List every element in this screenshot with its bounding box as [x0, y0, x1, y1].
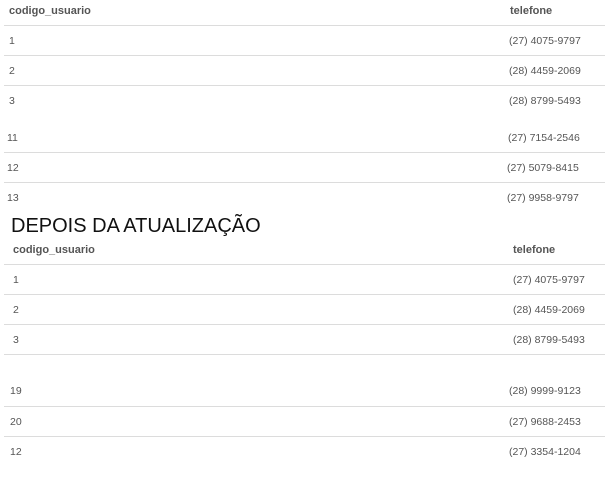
table-header: codigo_usuario telefone	[4, 235, 605, 265]
table-row: 12 (27) 3354-1204	[4, 436, 605, 467]
table-row-spacer	[4, 354, 605, 377]
table-row: 1 (27) 4075-9797	[4, 264, 605, 295]
header-codigo-usuario: codigo_usuario	[9, 5, 91, 17]
cell-codigo-usuario: 2	[13, 304, 19, 316]
cell-codigo-usuario: 12	[10, 446, 22, 458]
table-row: 20 (27) 9688-2453	[4, 406, 605, 437]
cell-codigo-usuario: 1	[13, 274, 19, 286]
cell-telefone: (28) 9999-9123	[509, 385, 581, 397]
cell-codigo-usuario: 3	[9, 95, 15, 107]
cell-codigo-usuario: 12	[7, 162, 19, 174]
cell-telefone: (28) 8799-5493	[509, 95, 581, 107]
header-telefone: telefone	[513, 244, 556, 256]
cell-codigo-usuario: 13	[7, 192, 19, 204]
header-codigo-usuario: codigo_usuario	[13, 244, 95, 256]
table-row: 13 (27) 9958-9797	[4, 182, 605, 213]
header-telefone: telefone	[510, 5, 553, 17]
table-row: 19 (28) 9999-9123	[4, 376, 605, 406]
cell-telefone: (28) 4459-2069	[509, 65, 581, 77]
table-row: 1 (27) 4075-9797	[4, 25, 605, 56]
cell-telefone: (27) 9958-9797	[507, 192, 579, 204]
table-row: 2 (28) 4459-2069	[4, 294, 605, 325]
cell-telefone: (27) 9688-2453	[509, 416, 581, 428]
cell-telefone: (28) 8799-5493	[513, 334, 585, 346]
cell-codigo-usuario: 19	[10, 385, 22, 397]
table-row: 11 (27) 7154-2546	[4, 123, 605, 153]
cell-codigo-usuario: 20	[10, 416, 22, 428]
cell-telefone: (27) 4075-9797	[513, 274, 585, 286]
table-row: 3 (28) 8799-5493	[4, 85, 605, 116]
table-row: 3 (28) 8799-5493	[4, 324, 605, 355]
cell-codigo-usuario: 3	[13, 334, 19, 346]
table-row: 12 (27) 5079-8415	[4, 152, 605, 183]
table-row: 2 (28) 4459-2069	[4, 55, 605, 86]
cell-codigo-usuario: 2	[9, 65, 15, 77]
cell-telefone: (27) 7154-2546	[508, 132, 580, 144]
cell-telefone: (27) 5079-8415	[507, 162, 579, 174]
cell-telefone: (28) 4459-2069	[513, 304, 585, 316]
cell-codigo-usuario: 11	[7, 132, 18, 144]
cell-telefone: (27) 4075-9797	[509, 35, 581, 47]
cell-codigo-usuario: 1	[9, 35, 15, 47]
table-header: codigo_usuario telefone	[4, 0, 605, 26]
cell-telefone: (27) 3354-1204	[509, 446, 581, 458]
